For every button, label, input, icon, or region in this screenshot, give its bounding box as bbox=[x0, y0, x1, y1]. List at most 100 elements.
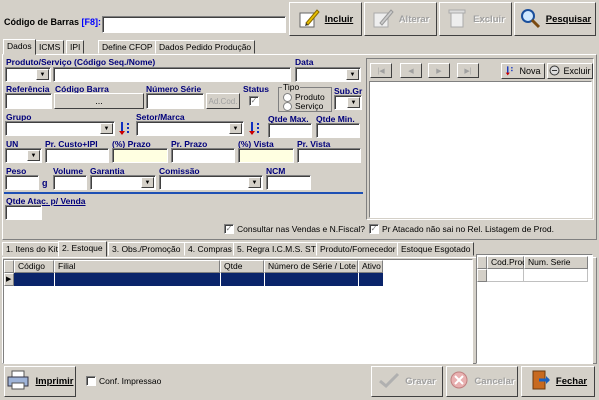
atacado-checkbox[interactable]: ✓ bbox=[369, 224, 379, 234]
tab-dados[interactable]: Dados bbox=[3, 39, 36, 55]
serie-grid-corner bbox=[477, 256, 487, 269]
tab-dados-pedido-producao[interactable]: Dados Pedido Produção bbox=[155, 40, 256, 54]
custo-input[interactable] bbox=[45, 148, 109, 163]
consultar-checkbox[interactable]: ✓ bbox=[224, 224, 234, 234]
peso-input[interactable] bbox=[5, 175, 39, 190]
data-label: Data bbox=[295, 57, 314, 67]
tipo-label: Tipo bbox=[282, 82, 301, 92]
col-num-serie[interactable]: Num. Serie bbox=[524, 256, 588, 269]
pencil-gray-icon bbox=[372, 7, 394, 32]
adcod-button[interactable]: Ad.Cod. bbox=[206, 93, 240, 109]
chevron-down-icon: ▼ bbox=[229, 123, 242, 134]
tab-estoque[interactable]: 2. Estoque bbox=[58, 241, 107, 257]
conf-impressao-checkbox[interactable] bbox=[86, 376, 96, 386]
sort-icon bbox=[505, 65, 516, 78]
tipo-produto-radio[interactable] bbox=[283, 93, 292, 102]
qtde-min-input[interactable] bbox=[316, 123, 360, 138]
ncm-input[interactable] bbox=[266, 175, 311, 190]
status-label: Status bbox=[243, 84, 269, 94]
barcode-input[interactable] bbox=[102, 16, 286, 33]
serie-row[interactable] bbox=[487, 269, 588, 282]
tipo-servico-label: Serviço bbox=[295, 101, 324, 111]
col-cod-prod[interactable]: Cod.Prod. bbox=[487, 256, 529, 269]
serie-row-indicator bbox=[477, 269, 487, 282]
chevron-down-icon: ▼ bbox=[248, 177, 261, 188]
volume-input[interactable] bbox=[53, 175, 87, 190]
tipo-servico-radio[interactable] bbox=[283, 102, 292, 111]
trash-gray-icon bbox=[446, 7, 468, 32]
subgr-combo[interactable]: ▼ bbox=[334, 95, 362, 110]
alterar-button[interactable]: Alterar bbox=[364, 2, 437, 36]
grid-corner bbox=[4, 260, 14, 273]
tab-obs-promocao[interactable]: 3. Obs./Promoção bbox=[108, 242, 185, 256]
col-numero-serie[interactable]: Número de Série / Lote bbox=[264, 260, 358, 273]
tab-compras[interactable]: 4. Compras bbox=[184, 242, 236, 256]
barcode-label: Código de Barras [F8]: bbox=[4, 17, 102, 27]
nav-first-button[interactable]: |◀ bbox=[370, 63, 392, 78]
chevron-down-icon: ▼ bbox=[346, 69, 359, 80]
chevron-down-icon: ▼ bbox=[36, 69, 49, 80]
produto-codigo-combo[interactable]: ▼ bbox=[5, 67, 51, 82]
qtde-atac-input[interactable] bbox=[5, 205, 42, 220]
pr-vista-input[interactable] bbox=[297, 148, 361, 163]
col-qtde[interactable]: Qtde bbox=[220, 260, 264, 273]
tab-regra-icms-st[interactable]: 5. Regra I.C.M.S. ST bbox=[233, 242, 320, 256]
nav-next-button[interactable]: ▶ bbox=[428, 63, 450, 78]
tab-produto-fornecedor[interactable]: Produto/Fornecedor bbox=[316, 242, 400, 256]
excluir-imagem-button[interactable]: Excluir bbox=[547, 63, 593, 79]
sort-setor-icon[interactable] bbox=[249, 120, 263, 138]
imprimir-button[interactable]: Imprimir bbox=[4, 366, 76, 397]
exit-door-icon bbox=[529, 369, 551, 394]
chevron-down-icon: ▼ bbox=[141, 177, 154, 188]
pencil-paper-icon bbox=[298, 7, 320, 32]
garantia-combo[interactable]: ▼ bbox=[90, 175, 156, 190]
nav-prev-button[interactable]: ◀ bbox=[400, 63, 422, 78]
nova-button[interactable]: Nova bbox=[501, 63, 545, 79]
comissao-combo[interactable]: ▼ bbox=[159, 175, 263, 190]
qtde-max-input[interactable] bbox=[268, 123, 312, 138]
tab-ipi[interactable]: IPI bbox=[66, 40, 85, 54]
tab-estoque-esgotado[interactable]: Estoque Esgotado bbox=[397, 242, 475, 256]
pesquisar-button[interactable]: Pesquisar bbox=[514, 2, 596, 36]
status-checkbox[interactable]: ✓ bbox=[249, 96, 259, 106]
produto-nome-input[interactable] bbox=[53, 67, 291, 82]
data-combo[interactable]: ▼ bbox=[295, 67, 361, 82]
section-separator bbox=[4, 192, 363, 194]
row-indicator-icon: ▶ bbox=[4, 273, 14, 286]
prazo-pct-input[interactable] bbox=[112, 148, 168, 163]
numero-serie-input[interactable] bbox=[146, 93, 204, 109]
setor-combo[interactable]: ▼ bbox=[136, 121, 244, 136]
gravar-button[interactable]: Gravar bbox=[371, 366, 443, 397]
tab-define-cfop[interactable]: Define CFOP bbox=[98, 40, 157, 54]
excluir-button[interactable]: Excluir bbox=[439, 2, 512, 36]
codigo-barra-button[interactable]: ... bbox=[54, 93, 144, 109]
col-ativo[interactable]: Ativo bbox=[358, 260, 383, 273]
fechar-button[interactable]: Fechar bbox=[521, 366, 595, 397]
peso-unit: g bbox=[42, 178, 48, 188]
incluir-button[interactable]: Incluir bbox=[289, 2, 362, 36]
tab-icms[interactable]: ICMS bbox=[35, 40, 65, 54]
conf-impressao-label: Conf. Impressao bbox=[99, 376, 162, 386]
nav-last-button[interactable]: ▶| bbox=[457, 63, 479, 78]
col-filial[interactable]: Filial bbox=[54, 260, 220, 273]
pr-prazo-input[interactable] bbox=[171, 148, 235, 163]
chevron-down-icon: ▼ bbox=[100, 123, 113, 134]
sort-grupo-icon[interactable] bbox=[119, 120, 133, 138]
cancelar-button[interactable]: Cancelar bbox=[446, 366, 518, 397]
tab-itens-kit[interactable]: 1. Itens do Kit bbox=[2, 242, 62, 256]
printer-icon bbox=[6, 369, 30, 394]
magnifier-icon bbox=[519, 7, 541, 32]
produto-label: Produto/Serviço (Código Seq./Nome) bbox=[6, 57, 156, 67]
vista-pct-input[interactable] bbox=[238, 148, 294, 163]
chevron-down-icon: ▼ bbox=[27, 150, 40, 161]
cancel-icon bbox=[449, 370, 469, 393]
atacado-label: Pr Atacado não sai no Rel. Listagem de P… bbox=[382, 224, 554, 234]
table-row-selected[interactable] bbox=[14, 273, 383, 286]
col-codigo[interactable]: Código bbox=[14, 260, 54, 273]
referencia-input[interactable] bbox=[5, 93, 52, 109]
image-display bbox=[369, 81, 592, 218]
un-combo[interactable]: ▼ bbox=[5, 148, 42, 163]
grupo-combo[interactable]: ▼ bbox=[5, 121, 115, 136]
save-check-icon bbox=[378, 371, 400, 392]
consultar-label: Consultar nas Vendas e N.Fiscal? bbox=[237, 224, 366, 234]
